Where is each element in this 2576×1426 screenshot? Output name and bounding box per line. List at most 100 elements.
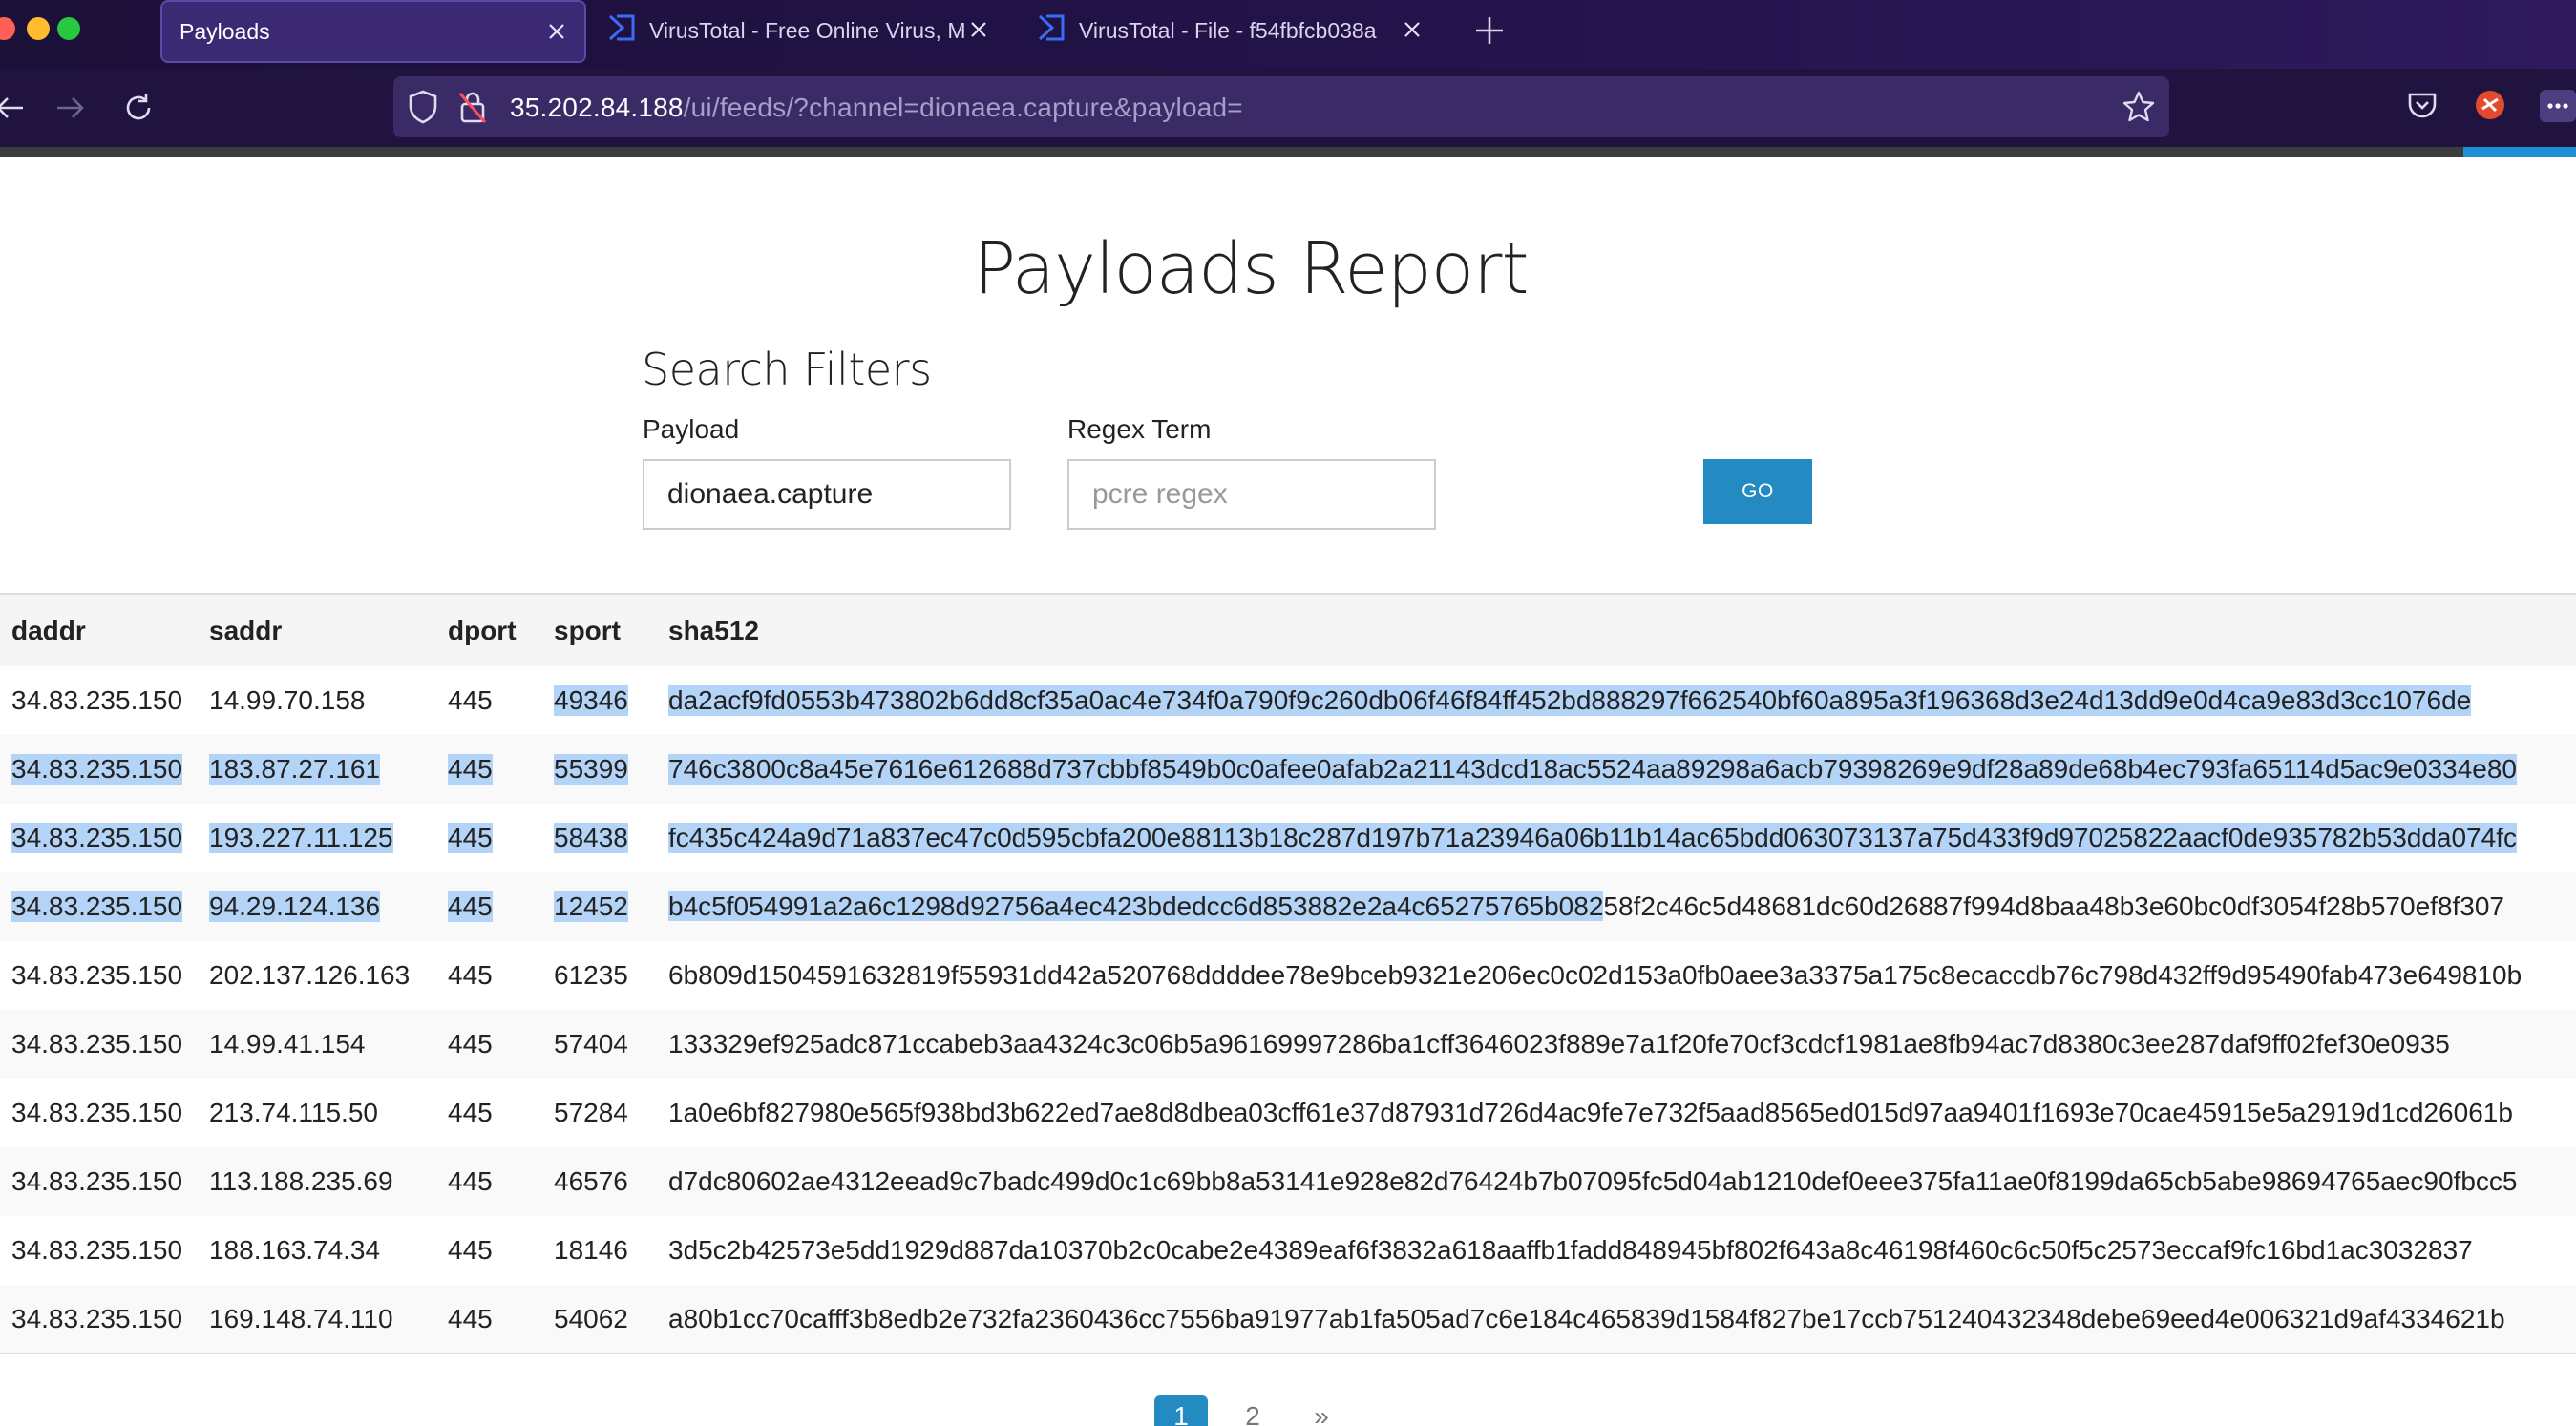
table-header-row: daddr saddr dport sport sha512 [0, 594, 2576, 666]
page-link-1[interactable]: 1 [1154, 1395, 1208, 1426]
daddr-value: 34.83.235.150 [11, 960, 183, 990]
column-header-sha512[interactable]: sha512 [668, 594, 2576, 666]
sha512-value: da2acf9fd0553b473802b6dd8cf35a0ac4e734f0… [668, 685, 2472, 716]
sha512-value: b4c5f054991a2a6c1298d92756a4ec423bdedcc6… [668, 891, 2504, 922]
cell-daddr: 34.83.235.150 [0, 1147, 209, 1216]
regex-term-input[interactable] [1067, 459, 1436, 530]
saddr-value: 94.29.124.136 [209, 891, 381, 922]
close-icon[interactable] [962, 13, 995, 46]
cell-saddr: 169.148.74.110 [209, 1285, 448, 1353]
daddr-value: 34.83.235.150 [11, 1235, 183, 1265]
url-text: 35.202.84.188/ui/feeds/?channel=dionaea.… [510, 93, 1243, 123]
sha512-value: 3d5c2b42573e5dd1929d887da10370b2c0cabe2e… [668, 1235, 2473, 1265]
saddr-value: 113.188.235.69 [209, 1166, 393, 1196]
payload-input[interactable] [643, 459, 1011, 530]
cell-daddr: 34.83.235.150 [0, 804, 209, 872]
cell-saddr: 188.163.74.34 [209, 1216, 448, 1285]
cell-sha512: d7dc80602ae4312eead9c7badc499d0c1c69bb8a… [668, 1147, 2576, 1216]
sha512-value: 6b809d1504591632819f55931dd42a520768dddd… [668, 960, 2523, 990]
saddr-value: 213.74.115.50 [209, 1098, 378, 1127]
window-zoom-dot[interactable] [57, 17, 80, 40]
table-row: 34.83.235.150 183.87.27.161 445 55399 746c38… [0, 735, 2576, 804]
cell-saddr: 202.137.126.163 [209, 941, 448, 1010]
address-bar[interactable]: 35.202.84.188/ui/feeds/?channel=dionaea.… [393, 76, 2169, 137]
daddr-value: 34.83.235.150 [11, 891, 183, 922]
tab-payloads[interactable]: Payloads [160, 0, 586, 63]
saddr-value: 188.163.74.34 [209, 1235, 381, 1265]
dport-value: 445 [448, 1166, 493, 1196]
toolbar-divider [0, 147, 2576, 157]
next-page-link[interactable]: » [1302, 1395, 1341, 1426]
cell-saddr: 183.87.27.161 [209, 735, 448, 804]
tab-title: VirusTotal - Free Online Virus, M [649, 17, 964, 43]
table-row: 34.83.235.150 94.29.124.136 445 12452 b4c5f0… [0, 872, 2576, 941]
saddr-value: 14.99.41.154 [209, 1029, 366, 1059]
sha512-value: 1a0e6bf827980e565f938bd3b622ed7ae8d8dbea… [668, 1098, 2513, 1127]
daddr-value: 34.83.235.150 [11, 685, 183, 715]
pocket-icon[interactable] [2406, 90, 2439, 127]
shield-icon[interactable] [407, 90, 439, 129]
column-header-daddr[interactable]: daddr [0, 594, 209, 666]
cell-sport: 46576 [554, 1147, 668, 1216]
saddr-value: 169.148.74.110 [209, 1303, 393, 1333]
saddr-value: 193.227.11.125 [209, 823, 393, 853]
forward-arrow-icon[interactable] [48, 86, 92, 130]
close-icon[interactable] [1396, 13, 1428, 46]
cell-dport: 445 [448, 804, 554, 872]
tab-virustotal-home[interactable]: VirusTotal - Free Online Virus, M [603, 0, 995, 61]
window-minimize-dot[interactable] [27, 17, 50, 40]
extension-icon[interactable] [2473, 88, 2507, 127]
sha512-value: 133329ef925adc871ccabeb3aa4324c3c06b5a96… [668, 1029, 2450, 1059]
sport-value: 46576 [554, 1166, 628, 1196]
window-close-dot[interactable] [0, 17, 15, 40]
daddr-value: 34.83.235.150 [11, 1029, 183, 1059]
table-row: 34.83.235.150 169.148.74.110 445 54062 a80b1… [0, 1285, 2576, 1353]
sport-value: 55399 [554, 754, 628, 785]
cell-sport: 12452 [554, 872, 668, 941]
table-row: 34.83.235.150 14.99.70.158 445 49346 da2acf9… [0, 666, 2576, 735]
cell-sport: 61235 [554, 941, 668, 1010]
bookmark-star-icon[interactable] [2122, 90, 2156, 129]
search-filters-heading: Search Filters [642, 344, 932, 395]
column-header-sport[interactable]: sport [554, 594, 668, 666]
browser-tab-bar: Payloads VirusTotal - Free Online Virus,… [0, 0, 2576, 69]
cell-saddr: 14.99.70.158 [209, 666, 448, 735]
cell-dport: 445 [448, 1285, 554, 1353]
back-arrow-icon[interactable] [0, 86, 32, 130]
overflow-menu-icon[interactable] [2540, 90, 2576, 122]
cell-sport: 18146 [554, 1216, 668, 1285]
regex-term-label: Regex Term [1067, 414, 1212, 444]
payload-label: Payload [643, 414, 740, 444]
cell-dport: 445 [448, 1079, 554, 1147]
tab-title: VirusTotal - File - f54fbfcb038a [1079, 17, 1377, 43]
new-tab-plus-icon[interactable] [1470, 11, 1509, 50]
dport-value: 445 [448, 1098, 493, 1127]
sport-value: 54062 [554, 1303, 628, 1333]
insecure-lock-icon[interactable] [458, 90, 487, 129]
close-icon[interactable] [540, 15, 573, 48]
tab-title: Payloads [179, 18, 270, 44]
page-title: Payloads Report [973, 228, 1530, 310]
tab-virustotal-file[interactable]: VirusTotal - File - f54fbfcb038a [1033, 0, 1428, 61]
cell-sha512: fc435c424a9d71a837ec47c0d595cbfa200e8811… [668, 804, 2576, 872]
url-host: 35.202.84.188 [510, 93, 684, 122]
cell-daddr: 34.83.235.150 [0, 872, 209, 941]
unselected-text: 58f2c46c5d48681dc60d26887f994d8baa48b3e6… [1603, 891, 2504, 921]
saddr-value: 183.87.27.161 [209, 754, 381, 785]
sha512-value: a80b1cc70cafff3b8edb2e732fa2360436cc7556… [668, 1303, 2505, 1333]
page-link-2[interactable]: 2 [1234, 1395, 1272, 1426]
sport-value: 57404 [554, 1029, 628, 1059]
reload-icon[interactable] [116, 86, 160, 130]
column-header-saddr[interactable]: saddr [209, 594, 448, 666]
go-button[interactable]: GO [1703, 459, 1812, 524]
cell-sha512: a80b1cc70cafff3b8edb2e732fa2360436cc7556… [668, 1285, 2576, 1353]
cell-sport: 54062 [554, 1285, 668, 1353]
cell-sha512: 746c3800c8a45e7616e612688d737cbbf8549b0c… [668, 735, 2576, 804]
cell-dport: 445 [448, 872, 554, 941]
sport-value: 12452 [554, 891, 628, 922]
selected-text: b4c5f054991a2a6c1298d92756a4ec423bdedcc6… [668, 891, 1604, 921]
cell-sha512: 1a0e6bf827980e565f938bd3b622ed7ae8d8dbea… [668, 1079, 2576, 1147]
column-header-dport[interactable]: dport [448, 594, 554, 666]
saddr-value: 202.137.126.163 [209, 960, 411, 990]
page-content: Payloads Report Search Filters Payload R… [0, 157, 2576, 1426]
